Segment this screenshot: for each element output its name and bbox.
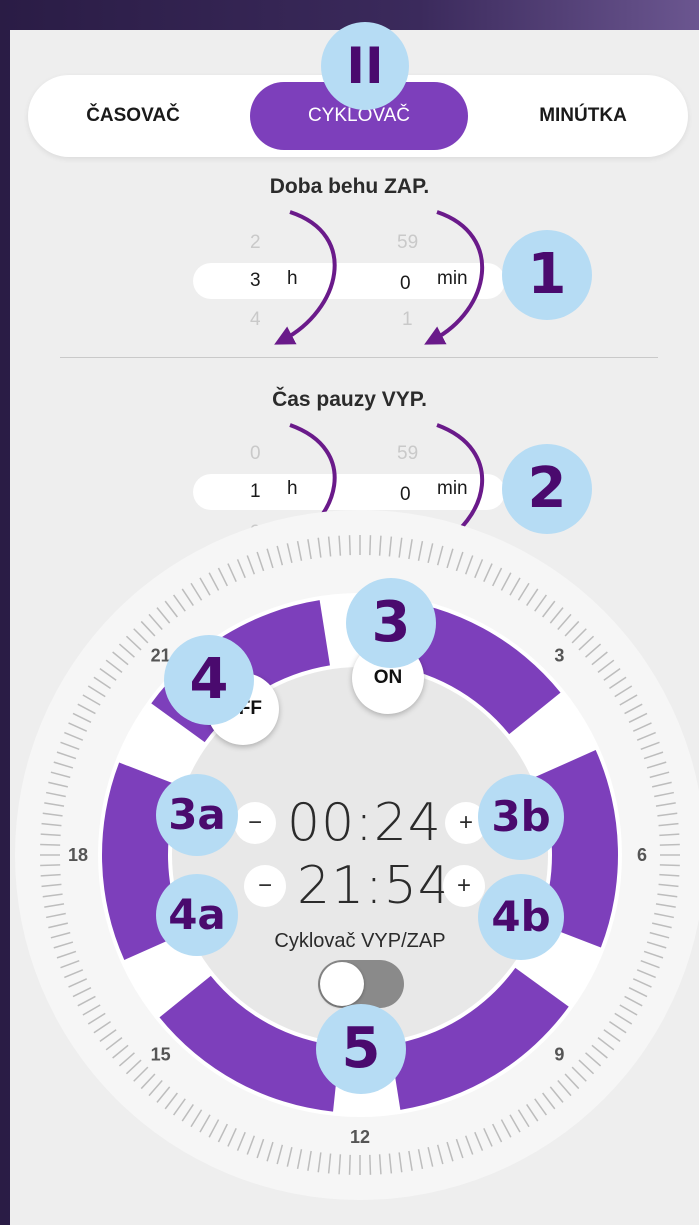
badge-4a: 4a <box>156 874 238 956</box>
badge-5: 5 <box>316 1004 406 1094</box>
dial-tick <box>348 1154 351 1175</box>
badge-3: 3 <box>346 578 436 668</box>
hour-label-3: 3 <box>554 646 564 666</box>
dial-tick <box>40 864 61 867</box>
tab-marker-badge: II <box>321 22 409 110</box>
badge-1: 1 <box>502 230 592 320</box>
dial-tick <box>659 864 680 867</box>
badge-4: 4 <box>164 635 254 725</box>
off-time-minus-button[interactable]: − <box>244 865 286 907</box>
badge-2: 2 <box>502 444 592 534</box>
hour-label-15: 15 <box>151 1044 171 1064</box>
dial-tick <box>40 843 61 846</box>
off-time-plus-button[interactable]: + <box>443 865 485 907</box>
off-time-display: 21:54 <box>297 856 452 916</box>
cycler-toggle-label: Cyklovač VYP/ZAP <box>274 930 446 952</box>
on-time-minus-button[interactable]: − <box>234 802 276 844</box>
dial-tick <box>348 535 351 556</box>
hour-label-6: 6 <box>637 845 647 865</box>
dial-tick <box>659 843 680 846</box>
cycler-toggle-switch[interactable] <box>318 960 404 1008</box>
on-time-display: 00:24 <box>287 793 442 853</box>
dial-tick <box>369 535 372 556</box>
toggle-knob <box>320 962 364 1006</box>
dial-tick <box>369 1154 372 1175</box>
hour-label-9: 9 <box>554 1044 564 1064</box>
badge-3b: 3b <box>478 774 564 860</box>
badge-4b: 4b <box>478 874 564 960</box>
hour-label-18: 18 <box>68 845 88 865</box>
badge-3a: 3a <box>156 774 238 856</box>
hour-label-12: 12 <box>350 1127 370 1147</box>
